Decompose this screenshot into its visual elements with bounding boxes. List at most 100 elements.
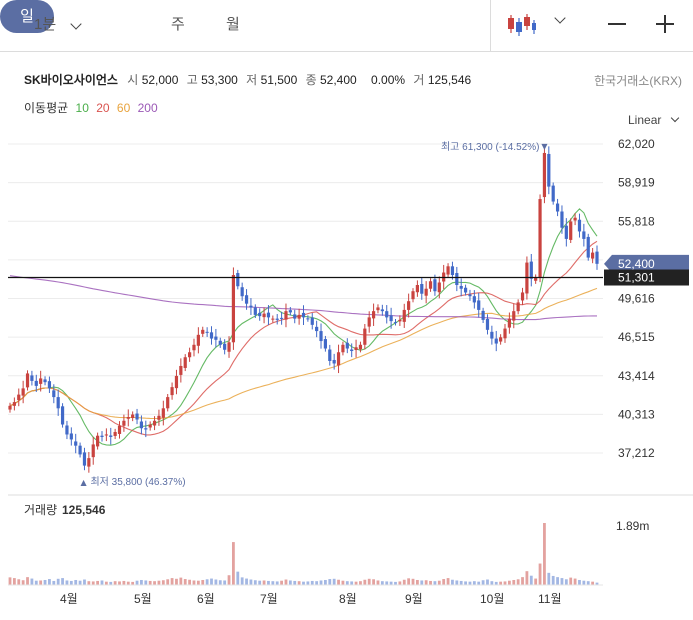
candle-body	[82, 452, 87, 466]
volume-bar	[376, 580, 380, 585]
volume-bar	[118, 581, 121, 585]
volume-bar	[359, 581, 362, 585]
volume-bar	[267, 580, 270, 585]
high-annotation: 최고 61,300 (-14.52%)	[441, 141, 539, 153]
volume-bar	[78, 580, 82, 585]
volume-bar	[538, 563, 542, 585]
candle-body	[380, 309, 384, 312]
volume-bar	[236, 571, 240, 585]
volume-bar	[135, 580, 139, 585]
candle-body	[69, 433, 73, 440]
crosshair-price-label: 51,301	[618, 271, 655, 285]
candle-body	[284, 311, 288, 320]
low-annotation: 최저 35,800 (46.37%)	[90, 476, 185, 488]
volume-bar	[214, 579, 218, 585]
candle-body	[371, 311, 376, 319]
candle-body	[174, 375, 179, 389]
candle-body	[564, 225, 568, 239]
volume-bar	[91, 581, 95, 585]
candle-body	[157, 415, 161, 420]
volume-bar	[446, 578, 450, 585]
volume-bar	[499, 581, 503, 585]
volume-bar	[43, 579, 47, 585]
candle-body	[74, 441, 78, 446]
candle-body	[56, 397, 60, 409]
candle-body	[468, 294, 472, 297]
candle-body	[34, 380, 38, 386]
candle-body	[507, 318, 511, 328]
volume-bar	[56, 578, 60, 585]
volume-bar	[183, 579, 187, 585]
x-axis-label: 4월	[60, 592, 78, 606]
volume-bar	[385, 581, 389, 585]
volume-bar	[472, 581, 476, 585]
volume-bar	[328, 579, 332, 585]
volume-bar	[288, 580, 292, 585]
candle-body	[144, 428, 148, 430]
candle-body	[25, 373, 30, 388]
volume-bar	[192, 580, 196, 585]
candle-body	[389, 315, 393, 322]
candle-body	[306, 318, 310, 320]
x-axis-label: 8월	[339, 592, 357, 606]
candle-body	[135, 413, 139, 420]
volume-bar	[161, 580, 165, 585]
candle-body	[113, 431, 117, 436]
last-price-label: 52,400	[618, 257, 655, 271]
candle-body	[402, 309, 406, 322]
candle-body	[407, 301, 411, 310]
volume-bar	[468, 581, 472, 585]
volume-bar	[407, 578, 411, 585]
volume-bar	[188, 579, 192, 585]
candle-body	[21, 388, 25, 396]
candle-body	[463, 287, 468, 293]
volume-bar	[424, 580, 428, 585]
candle-body	[209, 332, 214, 339]
volume-bar	[249, 579, 253, 585]
volume-bar	[297, 581, 301, 585]
candle-body	[315, 326, 319, 332]
candle-body	[341, 344, 345, 353]
volume-bar	[170, 578, 174, 585]
volume-axis-label: 1.89m	[616, 519, 649, 533]
volume-bar	[420, 580, 424, 585]
candle-body	[336, 352, 341, 366]
volume-bar	[521, 577, 524, 585]
candle-body	[591, 252, 595, 259]
candle-body	[450, 266, 455, 276]
candle-body	[573, 217, 577, 221]
volume-bar	[477, 581, 481, 585]
candle-body	[236, 273, 240, 287]
volume-bar	[302, 581, 305, 585]
candle-body	[332, 359, 336, 364]
price-chart[interactable]: 62,02058,91955,81852,71749,61646,51543,4…	[0, 0, 693, 620]
candle-body	[547, 153, 551, 187]
x-axis-label: 9월	[405, 592, 423, 606]
volume-bar	[534, 578, 538, 585]
y-tick-label: 58,919	[618, 176, 655, 190]
volume-bar	[481, 580, 485, 585]
volume-bar	[144, 580, 148, 585]
candle-body	[455, 273, 459, 285]
candle-body	[201, 329, 205, 334]
candle-body	[131, 414, 135, 419]
volume-bar	[122, 580, 126, 585]
candle-body	[288, 310, 292, 313]
candle-body	[179, 365, 183, 375]
volume-bar	[319, 580, 323, 585]
volume-bar	[455, 580, 459, 585]
candle-body	[91, 444, 95, 458]
volume-bar	[464, 581, 467, 585]
volume-bar	[157, 580, 161, 585]
volume-bar	[271, 581, 275, 585]
volume-bar	[310, 580, 314, 585]
candle-body	[520, 292, 525, 301]
volume-bar	[48, 579, 51, 585]
candle-body	[47, 381, 52, 389]
volume-bar	[402, 579, 406, 585]
x-axis-label: 5월	[134, 592, 152, 606]
candle-body	[8, 405, 12, 410]
candle-body	[104, 434, 108, 436]
volume-bar	[433, 581, 437, 585]
candle-body	[529, 261, 533, 279]
